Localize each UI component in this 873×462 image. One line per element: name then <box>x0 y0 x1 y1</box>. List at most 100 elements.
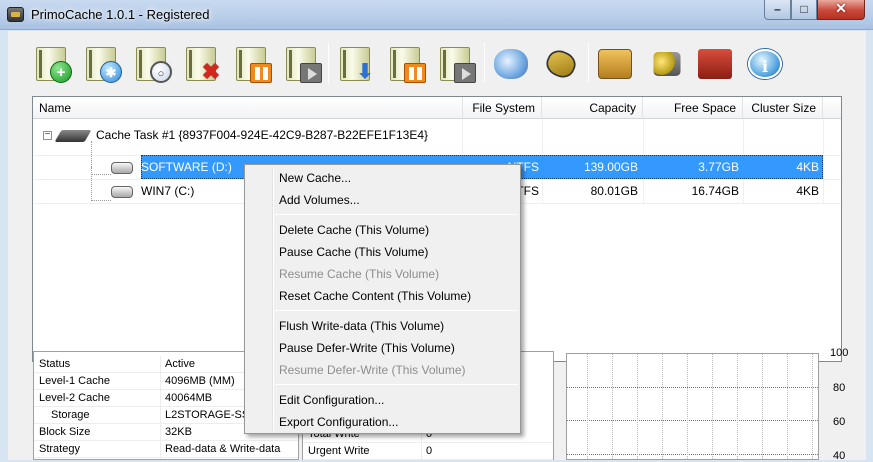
volume-context-menu[interactable]: New Cache... Add Volumes... Delete Cache (… <box>244 164 521 434</box>
toolbar-overlay-7 <box>404 63 426 83</box>
cache-info-key: Level-2 Cache <box>39 392 110 404</box>
box-gear-icon <box>598 49 632 79</box>
help-button[interactable] <box>696 45 736 83</box>
cache-info-value: 4096MB (MM) <box>160 373 235 390</box>
chip-icon <box>542 46 580 82</box>
cache-info-value: L2STORAGE-SSD <box>160 407 257 424</box>
volume-free-space: 16.74GB <box>691 184 739 198</box>
cache-task-label: Cache Task #1 {8937F004-924E-42C9-B287-B… <box>96 128 428 142</box>
column-header-capacity[interactable]: Capacity <box>542 97 643 119</box>
toolbar-overlay-4 <box>250 63 272 83</box>
collapse-icon[interactable]: − <box>43 130 52 141</box>
toolbar-overlay-3: ✖ <box>201 59 221 84</box>
toolbar-overlay-2: ○ <box>150 61 172 83</box>
menu-separator <box>275 214 518 215</box>
about-button[interactable]: i <box>746 45 786 83</box>
pause-cache-button[interactable] <box>232 45 272 83</box>
menu-reset-cache[interactable]: Reset Cache Content (This Volume) <box>247 285 518 307</box>
gear-icon <box>494 49 528 79</box>
options-button[interactable] <box>596 45 636 83</box>
close-button[interactable]: ✕ <box>817 0 865 20</box>
column-header-file-system[interactable]: File System <box>463 97 542 119</box>
cache-info-key: Strategy <box>39 443 80 455</box>
volume-capacity: 139.00GB <box>583 160 638 174</box>
minimize-icon: – <box>774 2 781 16</box>
window-title: PrimoCache 1.0.1 - Registered <box>31 7 210 22</box>
menu-add-volumes[interactable]: Add Volumes... <box>247 189 518 211</box>
graph-tick-label: 40 <box>833 450 846 462</box>
menu-delete-cache[interactable]: Delete Cache (This Volume) <box>247 219 518 241</box>
cache-task-icon <box>54 129 92 142</box>
graph-tick-label: 80 <box>833 382 846 394</box>
menu-new-cache[interactable]: New Cache... <box>247 167 518 189</box>
cache-info-key: Block Size <box>39 426 91 438</box>
stat-value-urgent-write: 0 <box>421 443 432 460</box>
volume-cluster-size: 4KB <box>796 184 819 198</box>
cache-info-key: Status <box>39 358 71 370</box>
graph-tick-label: 100 <box>830 347 849 359</box>
cache-info-value: Read-data & Write-data <box>160 441 280 458</box>
primocache-app-icon[interactable] <box>7 7 24 22</box>
keys-icon <box>653 52 681 76</box>
stat-key-urgent-write: Urgent Write <box>308 445 370 457</box>
resume-defer-write-button[interactable] <box>436 45 476 83</box>
cache-info-key: Level-1 Cache <box>39 375 110 387</box>
pause-defer-write-button[interactable] <box>386 45 426 83</box>
cache-info-row: Strategy Read-data & Write-data <box>34 441 298 458</box>
menu-resume-cache[interactable]: Resume Cache (This Volume) <box>247 263 518 285</box>
toolbar: + ✱ ○ ✖ ⬇ i <box>8 31 866 91</box>
volume-name: WIN7 (C:) <box>141 184 195 198</box>
column-header-cluster-size[interactable]: Cluster Size <box>743 97 823 119</box>
menu-resume-defer-write[interactable]: Resume Defer-Write (This Volume) <box>247 359 518 381</box>
maximize-icon: □ <box>800 2 808 16</box>
volume-cluster-size: 4KB <box>796 160 819 174</box>
cache-info-key: Storage <box>51 409 90 421</box>
cache-info-value: Active <box>160 356 195 373</box>
toolbar-overlay-1: ✱ <box>100 61 122 83</box>
menu-pause-cache[interactable]: Pause Cache (This Volume) <box>247 241 518 263</box>
toolbar-overlay-6: ⬇ <box>356 61 374 83</box>
book-icon <box>698 49 732 79</box>
volume-free-space: 3.77GB <box>698 160 739 174</box>
toolbar-glyph: i <box>761 57 769 76</box>
drive-icon <box>111 185 133 198</box>
flush-write-data-button[interactable]: ⬇ <box>336 45 376 83</box>
delete-cache-button[interactable]: ✖ <box>182 45 222 83</box>
maximize-button[interactable]: □ <box>791 0 817 20</box>
toolbar-overlay-0: + <box>50 61 72 83</box>
l2-storage-button[interactable] <box>542 45 582 83</box>
toolbar-separator <box>588 43 589 83</box>
close-icon: ✕ <box>835 0 847 16</box>
volume-properties-button[interactable]: ○ <box>132 45 172 83</box>
title-bar[interactable]: PrimoCache 1.0.1 - Registered – □ ✕ <box>0 0 873 30</box>
resume-cache-button[interactable] <box>282 45 322 83</box>
cache-info-value: 40064MB <box>160 390 212 407</box>
menu-separator <box>275 384 518 385</box>
toolbar-overlay-5 <box>300 63 322 83</box>
new-cache-button[interactable]: + <box>32 45 72 83</box>
volume-name: SOFTWARE (D:) <box>141 160 232 174</box>
menu-edit-configuration[interactable]: Edit Configuration... <box>247 389 518 411</box>
menu-pause-defer-write[interactable]: Pause Defer-Write (This Volume) <box>247 337 518 359</box>
cache-task-row[interactable]: − Cache Task #1 {8937F004-924E-42C9-B287-… <box>33 123 841 147</box>
column-header-free-space[interactable]: Free Space <box>643 97 743 119</box>
column-header-name[interactable]: Name <box>33 97 463 119</box>
toolbar-overlay-8 <box>454 63 476 83</box>
cache-activity-graph <box>566 353 819 460</box>
drive-icon <box>111 161 133 174</box>
minimize-button[interactable]: – <box>764 0 791 20</box>
configuration-button[interactable] <box>492 45 532 83</box>
menu-export-configuration[interactable]: Export Configuration... <box>247 411 518 433</box>
volume-list-header: Name File System Capacity Free Space Clu… <box>33 97 841 119</box>
toolbar-glyph <box>552 53 575 64</box>
license-button[interactable] <box>648 45 688 83</box>
cache-info-value: 32KB <box>160 424 192 441</box>
menu-separator <box>275 310 518 311</box>
info-icon: i <box>748 49 782 79</box>
volume-capacity: 80.01GB <box>590 184 638 198</box>
graph-tick-label: 60 <box>833 416 846 428</box>
toolbar-separator <box>484 43 485 83</box>
menu-flush-write-data[interactable]: Flush Write-data (This Volume) <box>247 315 518 337</box>
add-volumes-button[interactable]: ✱ <box>82 45 122 83</box>
toolbar-separator <box>328 43 329 83</box>
